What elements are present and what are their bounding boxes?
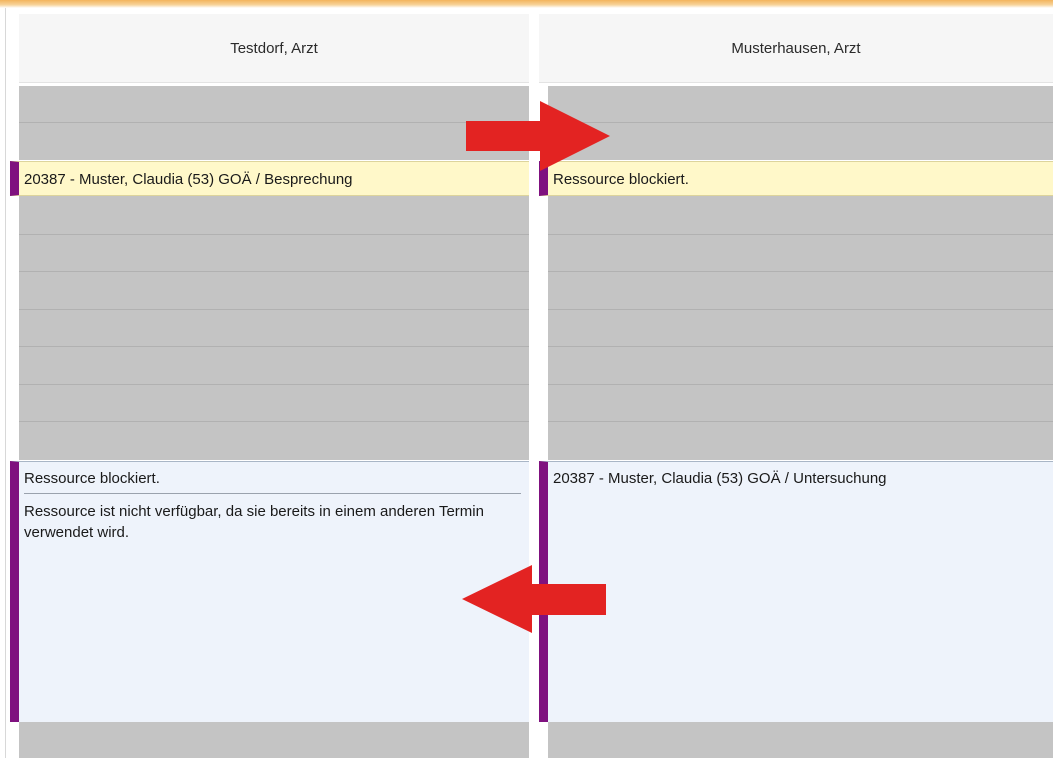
slot-divider: [548, 384, 1053, 385]
appointment-title: 20387 - Muster, Claudia (53) GOÄ / Bespr…: [24, 171, 353, 188]
blocked-slots[interactable]: [548, 86, 1053, 160]
slot-divider: [548, 122, 1053, 123]
appointment-title: 20387 - Muster, Claudia (53) GOÄ / Unter…: [553, 470, 887, 487]
column-header-label: Musterhausen, Arzt: [731, 39, 861, 57]
blocked-slots[interactable]: [548, 722, 1053, 758]
slot-divider: [548, 271, 1053, 272]
blocked-slots[interactable]: [548, 196, 1053, 460]
column-header-musterhausen[interactable]: Musterhausen, Arzt: [539, 14, 1053, 83]
column-header-testdorf[interactable]: Testdorf, Arzt: [19, 14, 529, 83]
appointment-title: Ressource blockiert.: [24, 470, 521, 494]
top-accent-bar: [0, 0, 1053, 8]
slot-divider: [548, 346, 1053, 347]
appointment-blocked-detail[interactable]: Ressource blockiert. Ressource ist nicht…: [10, 461, 529, 722]
column-header-label: Testdorf, Arzt: [230, 39, 318, 57]
appointment-untersuchung[interactable]: 20387 - Muster, Claudia (53) GOÄ / Unter…: [539, 461, 1053, 722]
slot-divider: [19, 271, 529, 272]
slot-divider: [548, 309, 1053, 310]
slot-divider: [19, 234, 529, 235]
left-border: [5, 8, 6, 758]
appointment-blocked[interactable]: Ressource blockiert.: [539, 161, 1053, 196]
arrow-right-icon: [466, 101, 610, 171]
slot-divider: [19, 384, 529, 385]
arrow-left-icon: [462, 565, 606, 633]
appointment-title: Ressource blockiert.: [553, 171, 689, 188]
slot-divider: [548, 234, 1053, 235]
slot-divider: [548, 421, 1053, 422]
slot-divider: [19, 309, 529, 310]
slot-divider: [19, 346, 529, 347]
slot-divider: [19, 122, 529, 123]
blocked-slots[interactable]: [19, 722, 529, 758]
appointment-description: Ressource ist nicht verfügbar, da sie be…: [24, 503, 484, 541]
blocked-slots[interactable]: [19, 86, 529, 160]
slot-divider: [19, 421, 529, 422]
appointment-besprechung[interactable]: 20387 - Muster, Claudia (53) GOÄ / Bespr…: [10, 161, 529, 196]
blocked-slots[interactable]: [19, 196, 529, 460]
